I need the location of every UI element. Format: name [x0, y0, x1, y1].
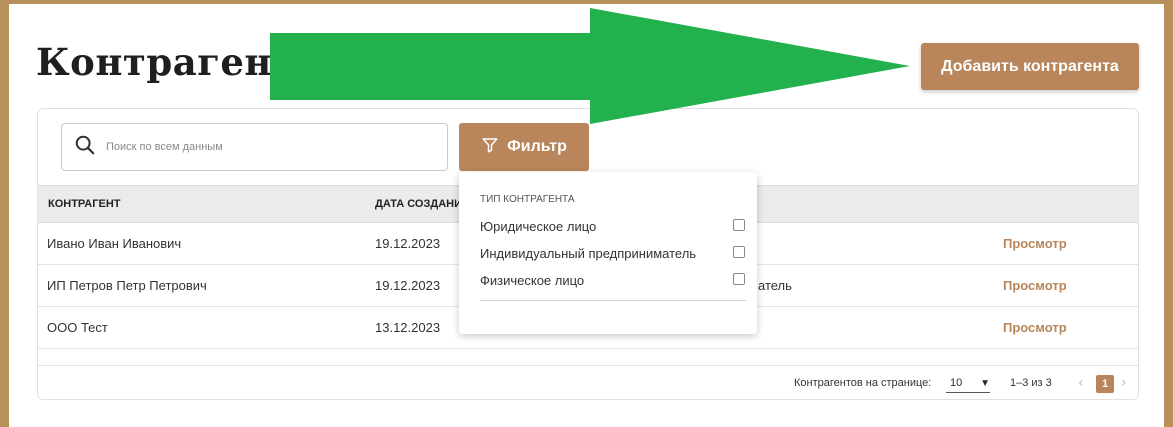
filter-button[interactable]: Фильтр — [459, 123, 589, 171]
filter-checkbox[interactable] — [733, 246, 745, 258]
row-counterparty-name: Ивано Иван Иванович — [47, 236, 182, 251]
filter-checkbox[interactable] — [733, 273, 745, 285]
page-title: Контрагенты — [36, 40, 334, 84]
table-footer: Контрагентов на странице: 10 ▼ 1–3 из 3 … — [38, 365, 1138, 399]
column-header-created-date[interactable]: ДАТА СОЗДАНИ — [375, 198, 462, 210]
view-link[interactable]: Просмотр — [1003, 278, 1067, 293]
row-counterparty-name: ИП Петров Петр Петрович — [47, 278, 207, 293]
filter-option-label: Индивидуальный предприниматель — [480, 246, 697, 261]
view-link[interactable]: Просмотр — [1003, 236, 1067, 251]
add-counterparty-button[interactable]: Добавить контрагента — [921, 43, 1139, 90]
row-counterparty-name: ООО Тест — [47, 320, 108, 335]
filter-divider — [480, 300, 746, 301]
per-page-label: Контрагентов на странице: — [794, 377, 932, 389]
search-input[interactable] — [104, 140, 408, 154]
filter-option-entrepreneur[interactable]: Индивидуальный предприниматель — [480, 244, 746, 264]
filter-option-legal-entity[interactable]: Юридическое лицо — [480, 217, 746, 237]
row-type-partial: атель — [758, 278, 792, 293]
filter-option-individual[interactable]: Физическое лицо — [480, 271, 746, 291]
caret-down-icon: ▼ — [980, 377, 990, 389]
filter-option-label: Физическое лицо — [480, 273, 585, 288]
filter-dropdown: ТИП КОНТРАГЕНТА Юридическое лицо Индивид… — [459, 172, 757, 334]
filter-dropdown-title: ТИП КОНТРАГЕНТА — [480, 194, 575, 205]
chevron-left-icon[interactable]: ‹ — [1078, 375, 1084, 391]
per-page-select[interactable]: 10 ▼ — [946, 374, 990, 393]
filter-button-label: Фильтр — [507, 138, 567, 155]
per-page-value: 10 — [950, 377, 963, 389]
search-icon — [74, 134, 96, 160]
filter-option-label: Юридическое лицо — [480, 219, 597, 234]
row-created-date: 19.12.2023 — [375, 236, 441, 251]
row-created-date: 19.12.2023 — [375, 278, 441, 293]
chevron-right-icon[interactable]: › — [1121, 375, 1127, 391]
filter-checkbox[interactable] — [733, 219, 745, 231]
column-header-counterparty[interactable]: КОНТРАГЕНТ — [48, 198, 120, 210]
page-button-current[interactable]: 1 — [1096, 375, 1114, 393]
funnel-icon — [481, 136, 499, 159]
row-created-date: 13.12.2023 — [375, 320, 441, 335]
page-range: 1–3 из 3 — [1010, 377, 1052, 389]
search-box[interactable] — [61, 123, 448, 171]
view-link[interactable]: Просмотр — [1003, 320, 1067, 335]
